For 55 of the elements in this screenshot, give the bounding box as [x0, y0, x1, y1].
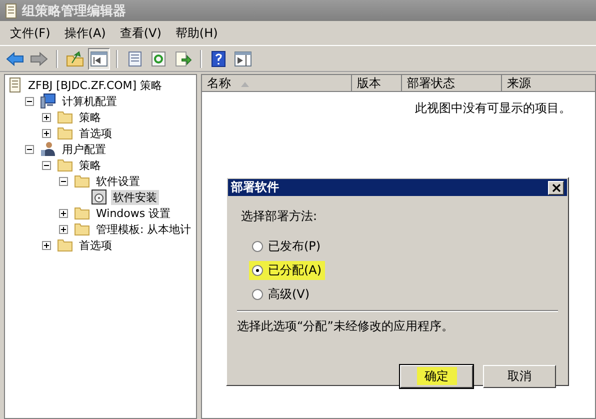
radio-button[interactable]	[252, 289, 263, 300]
folder-icon	[74, 206, 90, 220]
folder-icon	[57, 110, 73, 124]
description-text: 选择此选项“分配”未经修改的应用程序。	[237, 318, 454, 335]
tree-item[interactable]: Windows 设置	[94, 206, 173, 220]
folder-icon	[74, 174, 90, 188]
folder-icon	[57, 158, 73, 172]
expand-icon[interactable]	[42, 128, 51, 138]
column-header[interactable]: 版本	[352, 75, 402, 92]
radio-option[interactable]: 已分配(A)	[249, 261, 325, 280]
column-header[interactable]: 部署状态	[402, 75, 502, 92]
radio-option[interactable]: 高级(V)	[249, 285, 313, 304]
collapse-icon[interactable]	[25, 96, 34, 106]
expand-icon[interactable]	[42, 112, 51, 122]
expand-icon[interactable]	[59, 224, 68, 234]
folder-icon	[57, 126, 73, 140]
folder-icon	[74, 222, 90, 236]
document-icon	[4, 2, 18, 18]
document-icon	[8, 77, 22, 93]
tree-item[interactable]: ZFBJ [BJDC.ZF.COM] 策略	[26, 78, 164, 92]
close-icon[interactable]	[548, 180, 564, 194]
column-header[interactable]: 来源	[502, 75, 595, 92]
tree-item[interactable]: 软件安装	[111, 190, 159, 204]
collapse-icon[interactable]	[42, 160, 51, 170]
expand-icon[interactable]	[42, 240, 51, 250]
user-icon	[40, 141, 56, 157]
collapse-icon[interactable]	[59, 176, 68, 186]
radio-button[interactable]	[252, 265, 263, 276]
tree-item[interactable]: 管理模板: 从本地计	[94, 222, 194, 236]
dialog-title: 部署软件	[231, 179, 279, 196]
computer-icon	[40, 93, 56, 109]
radio-option[interactable]: 已发布(P)	[249, 237, 324, 256]
menu-item[interactable]: 查看(V)	[114, 22, 168, 44]
tree-item[interactable]: 策略	[77, 158, 103, 172]
prompt-text: 选择部署方法:	[241, 208, 318, 225]
menu-item[interactable]: 操作(A)	[58, 22, 112, 44]
collapse-icon[interactable]	[25, 144, 34, 154]
menu-item[interactable]: 帮助(H)	[169, 22, 224, 44]
cancel-button[interactable]: 取消	[483, 365, 556, 388]
tree-item[interactable]: 策略	[77, 110, 103, 124]
ok-button[interactable]: 确定	[400, 365, 473, 388]
tree-pane-icon[interactable]	[88, 48, 110, 70]
folder-icon	[57, 238, 73, 252]
tree-item[interactable]: 软件设置	[94, 174, 142, 188]
column-header[interactable]: 名称	[202, 75, 352, 92]
menu-item[interactable]: 文件(F)	[4, 22, 56, 44]
tree-item[interactable]: 用户配置	[60, 142, 108, 156]
empty-message: 此视图中没有可显示的项目。	[415, 100, 571, 117]
window-title: 组策略管理编辑器	[22, 2, 126, 20]
radio-button[interactable]	[252, 241, 263, 252]
tree-item[interactable]: 首选项	[77, 126, 114, 140]
software-package-icon	[91, 189, 107, 205]
tree-item[interactable]: 首选项	[77, 238, 114, 252]
tree-item[interactable]: 计算机配置	[60, 94, 119, 108]
expand-icon[interactable]	[59, 208, 68, 218]
